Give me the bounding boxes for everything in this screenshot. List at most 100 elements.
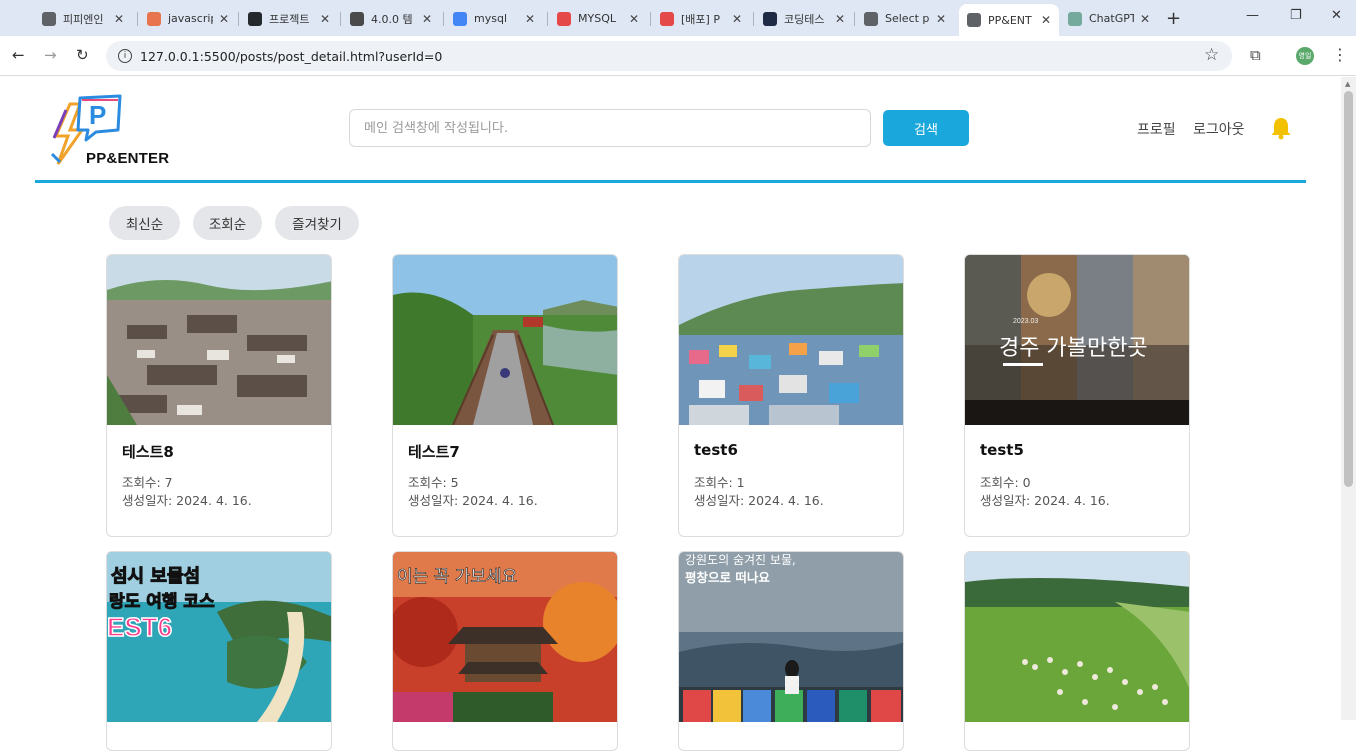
browser-tab-label: 코딩테스 <box>784 12 825 26</box>
browser-tab[interactable]: MYSQL ✕ <box>549 5 647 32</box>
post-views: 조회수: 7 <box>122 475 173 490</box>
browser-tab-strip: 피피엔인 ✕ javascrip ✕ 프로젝트 ✕ 4.0.0 템 ✕ mysql ✕ MYSQL ✕… <box>0 0 1356 36</box>
close-tab-icon[interactable]: ✕ <box>219 12 229 26</box>
post-thumbnail: 섬시 보물섬 랑도 여행 코스 EST6 <box>107 552 331 722</box>
browser-menu-icon[interactable]: ⋮ <box>1332 45 1348 64</box>
browser-tab-label: PP&ENT <box>988 13 1032 27</box>
close-tab-icon[interactable]: ✕ <box>1140 12 1150 26</box>
page-scrollbar[interactable]: ▲ <box>1341 77 1356 720</box>
post-title[interactable]: 테스트8 <box>122 441 174 462</box>
search-button[interactable]: 검색 <box>883 110 969 146</box>
search-input[interactable] <box>349 109 871 147</box>
logout-link[interactable]: 로그아웃 <box>1193 119 1245 139</box>
poster-line-2: 랑도 여행 코스 <box>109 592 215 612</box>
post-views: 조회수: 1 <box>694 475 745 490</box>
close-tab-icon[interactable]: ✕ <box>320 12 330 26</box>
bell-icon[interactable] <box>1270 116 1292 140</box>
logo-text[interactable]: PP&ENTER <box>86 150 169 167</box>
chatgpt-icon <box>1068 11 1082 26</box>
tab-separator <box>753 12 754 26</box>
post-card[interactable]: test6 조회수: 1 생성일자: 2024. 4. 16. <box>678 254 904 537</box>
browser-tab[interactable]: mysql ✕ <box>445 5 543 32</box>
site-info-icon[interactable]: i <box>118 49 132 63</box>
close-window-icon[interactable]: ✕ <box>1331 8 1342 23</box>
browser-tab[interactable]: Select p ✕ <box>856 5 954 32</box>
post-title[interactable]: test6 <box>694 441 738 459</box>
post-title[interactable]: test5 <box>980 441 1024 459</box>
close-tab-icon[interactable]: ✕ <box>732 12 742 26</box>
post-date: 생성일자: 2024. 4. 16. <box>694 493 824 508</box>
bookmark-star-icon[interactable]: ☆ <box>1204 45 1219 65</box>
close-tab-icon[interactable]: ✕ <box>422 12 432 26</box>
browser-tab-label: 프로젝트 <box>269 12 310 26</box>
close-tab-icon[interactable]: ✕ <box>114 12 124 26</box>
url-text: 127.0.0.1:5500/posts/post_detail.html?us… <box>140 48 443 64</box>
poster-line-1: 이는 꼭 가보세요 <box>397 567 517 587</box>
post-card[interactable]: 강원도의 숨겨진 보물, 평창으로 떠나요 <box>678 551 904 751</box>
post-card[interactable]: 테스트7 조회수: 5 생성일자: 2024. 4. 16. <box>392 254 618 537</box>
browser-tab-label: 피피엔인 <box>63 12 104 26</box>
tab-separator <box>137 12 138 26</box>
post-views: 조회수: 5 <box>408 475 459 490</box>
post-card[interactable] <box>964 551 1190 751</box>
browser-tab-label: ChatGPT <box>1089 12 1134 25</box>
close-tab-icon[interactable]: ✕ <box>1041 13 1051 27</box>
post-date: 생성일자: 2024. 4. 16. <box>980 493 1110 508</box>
velog-icon <box>660 11 674 26</box>
browser-tab[interactable]: 프로젝트 ✕ <box>240 5 338 32</box>
close-tab-icon[interactable]: ✕ <box>835 12 845 26</box>
header-divider <box>35 180 1306 183</box>
browser-tab[interactable]: 피피엔인 ✕ <box>34 5 132 32</box>
post-card[interactable]: 2023.03 경주 가볼만한곳 test5 조회수: 0 생성일자: 2024… <box>964 254 1190 537</box>
post-thumbnail <box>393 255 617 425</box>
browser-toolbar: ← → ↻ i 127.0.0.1:5500/posts/post_detail… <box>0 36 1356 76</box>
back-icon[interactable]: ← <box>12 46 25 64</box>
close-tab-icon[interactable]: ✕ <box>629 12 639 26</box>
post-thumbnail: 강원도의 숨겨진 보물, 평창으로 떠나요 <box>679 552 903 722</box>
poster-line-1: 섬시 보물섬 <box>111 566 200 587</box>
post-card[interactable]: 테스트8 조회수: 7 생성일자: 2024. 4. 16. <box>106 254 332 537</box>
browser-tab[interactable]: 코딩테스 ✕ <box>755 5 853 32</box>
post-title[interactable]: 테스트7 <box>408 441 460 462</box>
post-date: 생성일자: 2024. 4. 16. <box>408 493 538 508</box>
post-thumbnail <box>679 255 903 425</box>
post-thumbnail: 이는 꼭 가보세요 <box>393 552 617 722</box>
pen-icon <box>147 11 161 26</box>
close-tab-icon[interactable]: ✕ <box>525 12 535 26</box>
browser-tab[interactable]: PP&ENT ✕ <box>959 4 1059 36</box>
filter-favorites-button[interactable]: 즐겨찾기 <box>275 206 359 240</box>
browser-tab[interactable]: javascrip ✕ <box>139 5 237 32</box>
browser-tab[interactable]: [배포] P ✕ <box>652 5 750 32</box>
globe-icon <box>967 13 981 27</box>
poster-line-1: 강원도의 숨겨진 보물, <box>685 553 796 567</box>
restore-icon[interactable]: ❐ <box>1290 8 1302 23</box>
velog-icon <box>557 11 571 26</box>
tab-separator <box>340 12 341 26</box>
scroll-up-icon[interactable]: ▲ <box>1345 80 1350 88</box>
post-card[interactable]: 섬시 보물섬 랑도 여행 코스 EST6 <box>106 551 332 751</box>
filter-views-button[interactable]: 조회순 <box>193 206 262 240</box>
browser-tab[interactable]: ChatGPT ✕ <box>1060 5 1158 32</box>
forward-icon[interactable]: → <box>44 46 57 64</box>
new-tab-button[interactable]: + <box>1166 8 1181 29</box>
close-tab-icon[interactable]: ✕ <box>936 12 946 26</box>
minimize-icon[interactable]: — <box>1246 8 1259 23</box>
filter-latest-button[interactable]: 최신순 <box>109 206 180 240</box>
github-icon <box>248 11 262 26</box>
browser-tab-label: mysql <box>474 12 507 25</box>
tab-separator <box>854 12 855 26</box>
reload-icon[interactable]: ↻ <box>76 46 89 64</box>
svg-text:P: P <box>89 100 106 130</box>
scrollbar-thumb[interactable] <box>1344 91 1353 487</box>
post-card[interactable]: 이는 꼭 가보세요 <box>392 551 618 751</box>
browser-tab[interactable]: 4.0.0 템 ✕ <box>342 5 440 32</box>
tab-separator <box>443 12 444 26</box>
profile-link[interactable]: 프로필 <box>1137 119 1176 139</box>
tab-separator <box>238 12 239 26</box>
address-bar[interactable]: i 127.0.0.1:5500/posts/post_detail.html?… <box>106 41 1232 71</box>
poster-line-2: 평창으로 떠나요 <box>685 570 770 585</box>
book-icon <box>350 11 364 26</box>
extensions-icon[interactable]: ⧉ <box>1250 46 1261 64</box>
post-thumbnail <box>965 552 1189 722</box>
profile-avatar[interactable]: 영일 <box>1296 47 1314 65</box>
